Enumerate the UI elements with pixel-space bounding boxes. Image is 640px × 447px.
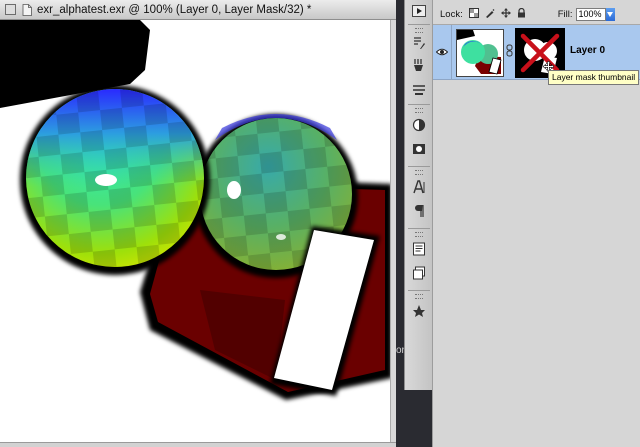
- fill-dropdown-button[interactable]: [605, 7, 615, 21]
- document-title-bar[interactable]: exr_alphatest.exr @ 100% (Layer 0, Layer…: [0, 0, 396, 20]
- lock-all-icon[interactable]: [517, 7, 526, 21]
- partial-text: or: [396, 345, 405, 356]
- fill-input[interactable]: 100%: [575, 7, 606, 21]
- document-title: exr_alphatest.exr @ 100% (Layer 0, Layer…: [37, 3, 312, 16]
- brush-presets-icon[interactable]: [409, 56, 429, 74]
- character-icon[interactable]: [409, 178, 429, 196]
- history-brush-icon[interactable]: [409, 34, 429, 52]
- chevron-down-icon: [607, 11, 613, 17]
- lock-transparent-pixels-icon[interactable]: [468, 7, 479, 21]
- chain-link-icon[interactable]: [506, 44, 513, 57]
- image-canvas[interactable]: [0, 20, 390, 442]
- clone-source-icon[interactable]: [409, 80, 429, 98]
- application-background: [396, 0, 404, 447]
- eye-icon: [436, 48, 448, 56]
- layer-comps-icon[interactable]: [409, 264, 429, 282]
- lock-image-pixels-icon[interactable]: [485, 8, 495, 21]
- layer-thumbnail[interactable]: [456, 29, 504, 77]
- dock-bottom: [404, 390, 434, 447]
- tooltip: Layer mask thumbnail: [548, 70, 640, 85]
- masks-icon[interactable]: [409, 140, 429, 158]
- fill-label: Fill:: [557, 8, 573, 20]
- play-icon[interactable]: [409, 2, 429, 20]
- canvas-image: [0, 20, 390, 400]
- paragraph-icon[interactable]: [409, 202, 429, 220]
- close-window-button[interactable]: [5, 4, 16, 15]
- lock-row: Lock: Fill: 100%: [433, 5, 640, 23]
- document-window: exr_alphatest.exr @ 100% (Layer 0, Layer…: [0, 0, 396, 447]
- file-icon: [22, 3, 32, 16]
- adjustments-icon[interactable]: [409, 116, 429, 134]
- lock-label: Lock:: [440, 8, 463, 20]
- notes-icon[interactable]: [409, 240, 429, 258]
- 3d-icon[interactable]: [409, 302, 429, 320]
- layer-visibility-toggle[interactable]: [433, 25, 452, 79]
- panel-icon-dock: [404, 0, 434, 390]
- layer-thumbnail-image: [457, 30, 503, 76]
- layer-name[interactable]: Layer 0: [570, 45, 605, 56]
- horizontal-scrollbar[interactable]: [0, 442, 396, 447]
- layers-panel: Lock: Fill: 100% Layer 0: [432, 0, 640, 447]
- lock-position-icon[interactable]: [500, 7, 511, 21]
